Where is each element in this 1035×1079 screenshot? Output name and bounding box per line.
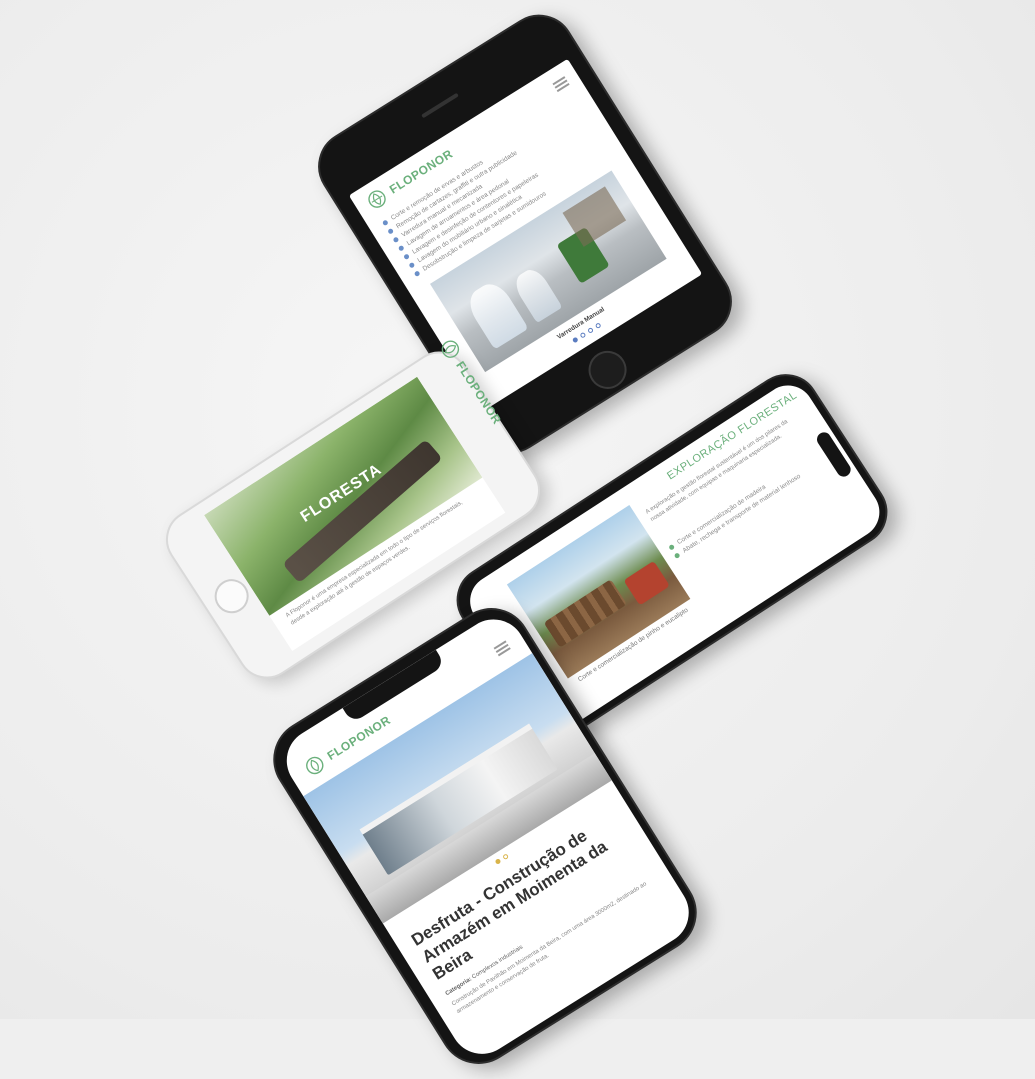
carousel-dot[interactable] — [579, 331, 587, 339]
carousel-dot[interactable] — [494, 858, 502, 865]
menu-icon[interactable] — [552, 76, 570, 93]
list-item: Abate, rechega e transporte de material … — [673, 455, 829, 561]
logo-icon — [306, 756, 324, 775]
logo-icon — [368, 190, 386, 208]
carousel-dot[interactable] — [587, 326, 594, 334]
carousel-dot[interactable] — [502, 853, 510, 861]
menu-icon[interactable] — [493, 640, 511, 657]
speaker — [421, 92, 459, 119]
carousel-dot[interactable] — [571, 336, 579, 344]
carousel-dot[interactable] — [594, 322, 602, 330]
